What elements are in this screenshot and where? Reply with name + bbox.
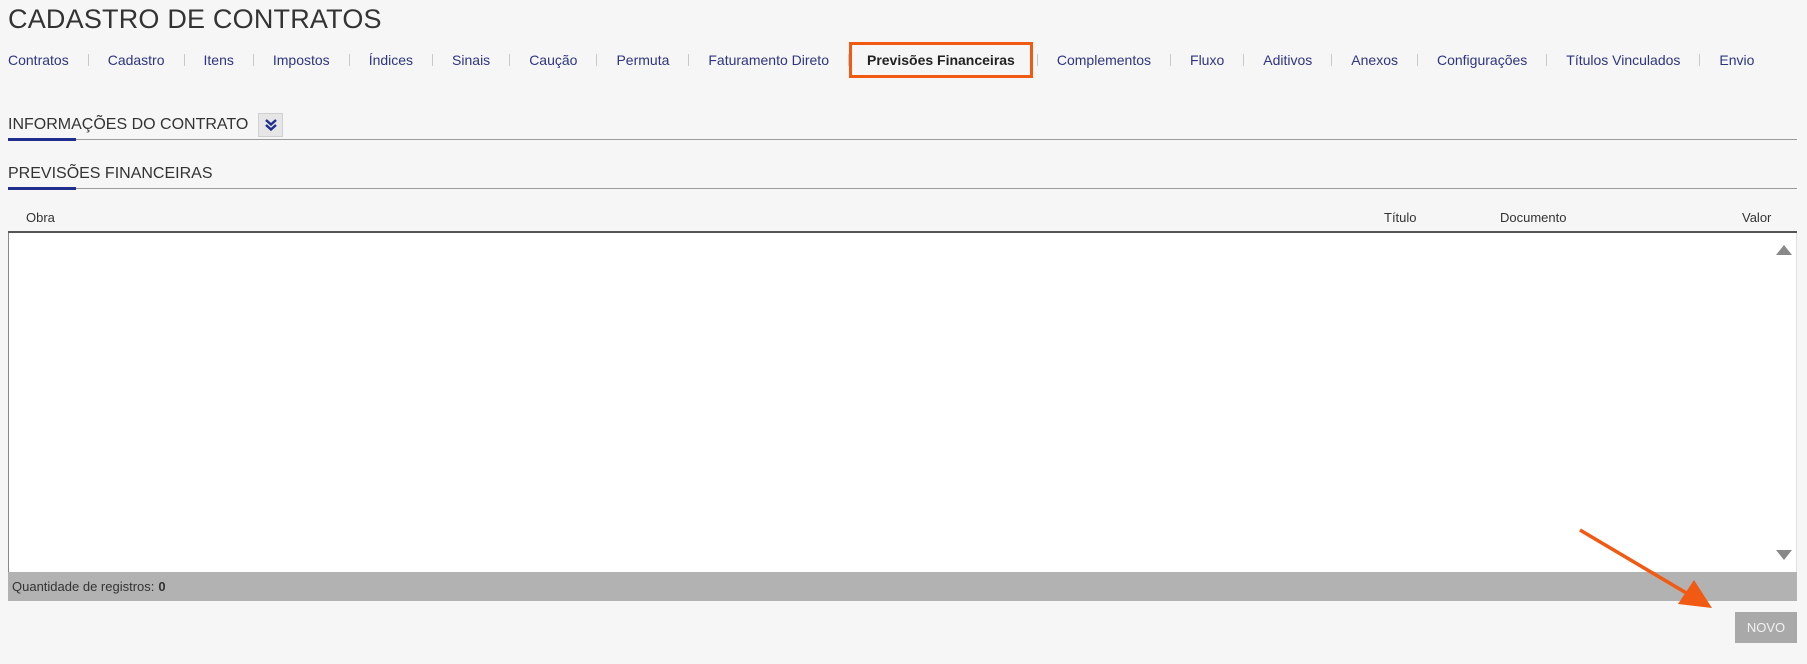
tab-indices[interactable]: Índices	[369, 43, 413, 77]
grid-header: Obra Título Documento Valor	[8, 206, 1797, 233]
tab-separator	[1699, 54, 1701, 66]
tab-itens[interactable]: Itens	[204, 43, 234, 77]
tab-configuracoes[interactable]: Configurações	[1437, 43, 1527, 77]
double-chevron-down-icon	[265, 118, 277, 131]
scroll-up-arrow[interactable]	[1776, 245, 1792, 255]
tab-impostos[interactable]: Impostos	[273, 43, 330, 77]
tab-separator	[87, 54, 89, 66]
tab-separator	[348, 54, 350, 66]
tab-titulos-vinculados[interactable]: Títulos Vinculados	[1566, 43, 1680, 77]
grid-footer: Quantidade de registros: 0	[8, 572, 1797, 601]
tab-separator	[1546, 54, 1548, 66]
tab-cadastro[interactable]: Cadastro	[108, 43, 165, 77]
tab-permuta[interactable]: Permuta	[616, 43, 669, 77]
tab-separator	[432, 54, 434, 66]
record-count-value: 0	[158, 579, 166, 594]
tab-previsoes-financeiras[interactable]: Previsões Financeiras	[848, 42, 1033, 78]
tab-complementos[interactable]: Complementos	[1057, 43, 1151, 77]
tab-sinais[interactable]: Sinais	[452, 43, 490, 77]
tab-aditivos[interactable]: Aditivos	[1263, 43, 1312, 77]
column-header-titulo[interactable]: Título	[1384, 210, 1417, 225]
column-header-obra[interactable]: Obra	[26, 210, 55, 225]
tab-separator	[252, 54, 254, 66]
record-count-label: Quantidade de registros:	[12, 579, 155, 594]
tab-separator	[1331, 54, 1333, 66]
tab-separator	[183, 54, 185, 66]
column-header-valor[interactable]: Valor	[1742, 210, 1771, 225]
scroll-down-arrow[interactable]	[1776, 550, 1792, 560]
section-informacoes-contrato: INFORMAÇÕES DO CONTRATO	[8, 110, 1797, 141]
tab-anexos[interactable]: Anexos	[1351, 43, 1398, 77]
tab-bar: Contratos Cadastro Itens Impostos Índice…	[0, 42, 1807, 78]
tab-separator	[1170, 54, 1172, 66]
tab-separator	[509, 54, 511, 66]
tab-fluxo[interactable]: Fluxo	[1190, 43, 1224, 77]
tab-caucao[interactable]: Caução	[529, 43, 577, 77]
section-accent	[8, 187, 76, 190]
tab-faturamento-direto[interactable]: Faturamento Direto	[708, 43, 829, 77]
page-title: CADASTRO DE CONTRATOS	[8, 4, 382, 34]
grid-body	[8, 233, 1797, 572]
section-title: PREVISÕES FINANCEIRAS	[8, 165, 213, 182]
novo-button[interactable]: NOVO	[1735, 612, 1797, 643]
section-previsoes-financeiras: PREVISÕES FINANCEIRAS	[8, 160, 1797, 190]
column-header-documento[interactable]: Documento	[1500, 210, 1566, 225]
section-accent	[8, 138, 76, 141]
tab-contratos[interactable]: Contratos	[8, 43, 69, 77]
annotation-arrow-icon	[1579, 528, 1712, 608]
tab-separator	[688, 54, 690, 66]
section-title: INFORMAÇÕES DO CONTRATO	[8, 115, 249, 133]
tab-envio[interactable]: Envio	[1719, 43, 1754, 77]
tab-separator	[1036, 54, 1038, 66]
tab-separator	[1243, 54, 1245, 66]
expand-toggle-button[interactable]	[258, 112, 284, 137]
tab-separator	[596, 54, 598, 66]
tab-separator	[1416, 54, 1418, 66]
